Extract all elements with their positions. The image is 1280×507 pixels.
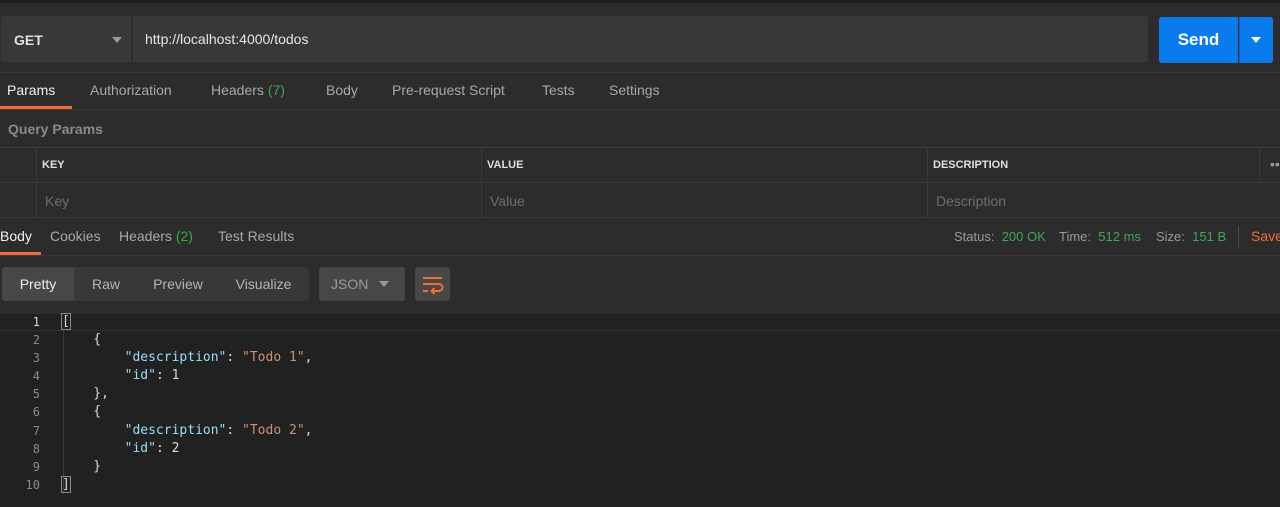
visualize-button[interactable]: Visualize bbox=[218, 267, 309, 301]
line-number: 10 bbox=[25, 478, 40, 492]
send-button[interactable]: Send bbox=[1159, 17, 1238, 63]
size-label: Size: bbox=[1156, 229, 1185, 244]
request-tabs: Params Authorization Headers (7) Body Pr… bbox=[0, 72, 1280, 110]
tab-label: Authorization bbox=[90, 82, 172, 98]
method-label: GET bbox=[14, 32, 43, 48]
tab-authorization[interactable]: Authorization bbox=[90, 82, 172, 98]
code-line: "description": "Todo 1", bbox=[124, 350, 313, 365]
pretty-button[interactable]: Pretty bbox=[2, 267, 74, 301]
line-number: 7 bbox=[32, 424, 40, 438]
tab-label: Body bbox=[0, 228, 32, 244]
send-options-button[interactable] bbox=[1239, 17, 1273, 63]
column-header-description: DESCRIPTION bbox=[933, 159, 1009, 171]
url-input[interactable] bbox=[133, 16, 1148, 62]
tab-body[interactable]: Body bbox=[326, 82, 358, 98]
tab-params[interactable]: Params bbox=[7, 82, 55, 98]
more-options-icon[interactable]: •• bbox=[1270, 156, 1280, 172]
line-number: 1 bbox=[32, 315, 40, 329]
tab-label: Body bbox=[326, 82, 358, 98]
code-line: ] bbox=[61, 476, 71, 493]
column-divider bbox=[481, 148, 482, 218]
format-select[interactable]: JSON bbox=[319, 267, 405, 301]
size-value: 151 B bbox=[1192, 229, 1227, 244]
code-line: "description": "Todo 2", bbox=[124, 423, 313, 438]
divider bbox=[1238, 226, 1239, 248]
tab-count: (7) bbox=[267, 82, 285, 98]
code-line: { bbox=[62, 404, 102, 419]
table-header-row bbox=[0, 148, 1280, 183]
response-tabs: Body Cookies Headers (2) Test Results St… bbox=[0, 218, 1280, 256]
tab-label: Test Results bbox=[218, 228, 295, 244]
line-number: 2 bbox=[32, 333, 40, 347]
query-params-table: KEY VALUE DESCRIPTION •• Key Value Descr… bbox=[0, 147, 1280, 218]
tab-cookies[interactable]: Cookies bbox=[50, 228, 101, 244]
time-label: Time: bbox=[1059, 229, 1092, 244]
tab-headers[interactable]: Headers (7) bbox=[211, 82, 285, 98]
code-line: "id": 2 bbox=[124, 441, 180, 456]
value-input[interactable]: Value bbox=[490, 193, 525, 209]
status-label: Status: bbox=[954, 229, 995, 244]
line-number: 3 bbox=[32, 351, 40, 365]
active-tab-indicator bbox=[0, 252, 41, 255]
chevron-down-icon bbox=[1251, 37, 1261, 43]
chevron-down-icon bbox=[112, 37, 122, 43]
code-line: } bbox=[62, 459, 102, 474]
key-input[interactable]: Key bbox=[45, 193, 69, 209]
column-header-key: KEY bbox=[42, 159, 65, 171]
tab-response-body[interactable]: Body bbox=[0, 228, 32, 244]
tab-pre-request-script[interactable]: Pre-request Script bbox=[392, 82, 505, 98]
description-input[interactable]: Description bbox=[936, 193, 1006, 209]
tab-settings[interactable]: Settings bbox=[609, 82, 660, 98]
active-tab-indicator bbox=[0, 106, 72, 109]
preview-button[interactable]: Preview bbox=[138, 267, 218, 301]
active-line-highlight bbox=[0, 313, 1280, 331]
tab-label: Headers bbox=[211, 82, 264, 98]
status-value: 200 OK bbox=[1001, 229, 1046, 244]
column-divider bbox=[1259, 148, 1260, 183]
column-divider bbox=[927, 148, 928, 218]
format-label: JSON bbox=[331, 276, 369, 292]
wrap-lines-button[interactable] bbox=[415, 267, 450, 301]
time-value: 512 ms bbox=[1098, 229, 1141, 244]
tab-label: Params bbox=[7, 82, 56, 98]
tab-label: Cookies bbox=[50, 228, 101, 244]
column-divider bbox=[36, 148, 37, 218]
tab-count: (2) bbox=[175, 228, 193, 244]
request-bar: GET Send bbox=[0, 0, 1280, 72]
code-line: }, bbox=[62, 386, 109, 401]
tab-tests[interactable]: Tests bbox=[542, 82, 575, 98]
line-number: 6 bbox=[32, 405, 40, 419]
raw-button[interactable]: Raw bbox=[74, 267, 138, 301]
code-line: "id": 1 bbox=[124, 368, 180, 383]
tab-label: Tests bbox=[542, 82, 575, 98]
code-line: { bbox=[62, 332, 102, 347]
tab-label: Settings bbox=[609, 82, 660, 98]
save-response-button[interactable]: Save bbox=[1251, 228, 1280, 244]
size-stat: Size: 151 B bbox=[1156, 229, 1226, 244]
column-header-value: VALUE bbox=[487, 159, 524, 171]
line-number: 4 bbox=[32, 369, 40, 383]
line-number: 5 bbox=[32, 387, 40, 401]
line-number: 8 bbox=[32, 442, 40, 456]
code-line: [ bbox=[61, 313, 71, 330]
view-mode-group: Pretty Raw Preview Visualize bbox=[2, 267, 309, 301]
method-select[interactable]: GET bbox=[1, 16, 132, 62]
time-stat: Time: 512 ms bbox=[1059, 229, 1141, 244]
wrap-lines-icon bbox=[423, 277, 444, 295]
query-params-title: Query Params bbox=[8, 121, 103, 137]
chevron-down-icon bbox=[379, 281, 389, 287]
tab-response-headers[interactable]: Headers (2) bbox=[119, 228, 193, 244]
response-body-editor[interactable]: 1 2 3 4 5 6 7 8 9 10 [ { "description": … bbox=[0, 313, 1280, 507]
tab-label: Headers bbox=[119, 228, 172, 244]
tab-test-results[interactable]: Test Results bbox=[218, 228, 294, 244]
status-stat: Status: 200 OK bbox=[954, 229, 1046, 244]
tab-label: Pre-request Script bbox=[392, 82, 505, 98]
line-number: 9 bbox=[32, 460, 40, 474]
